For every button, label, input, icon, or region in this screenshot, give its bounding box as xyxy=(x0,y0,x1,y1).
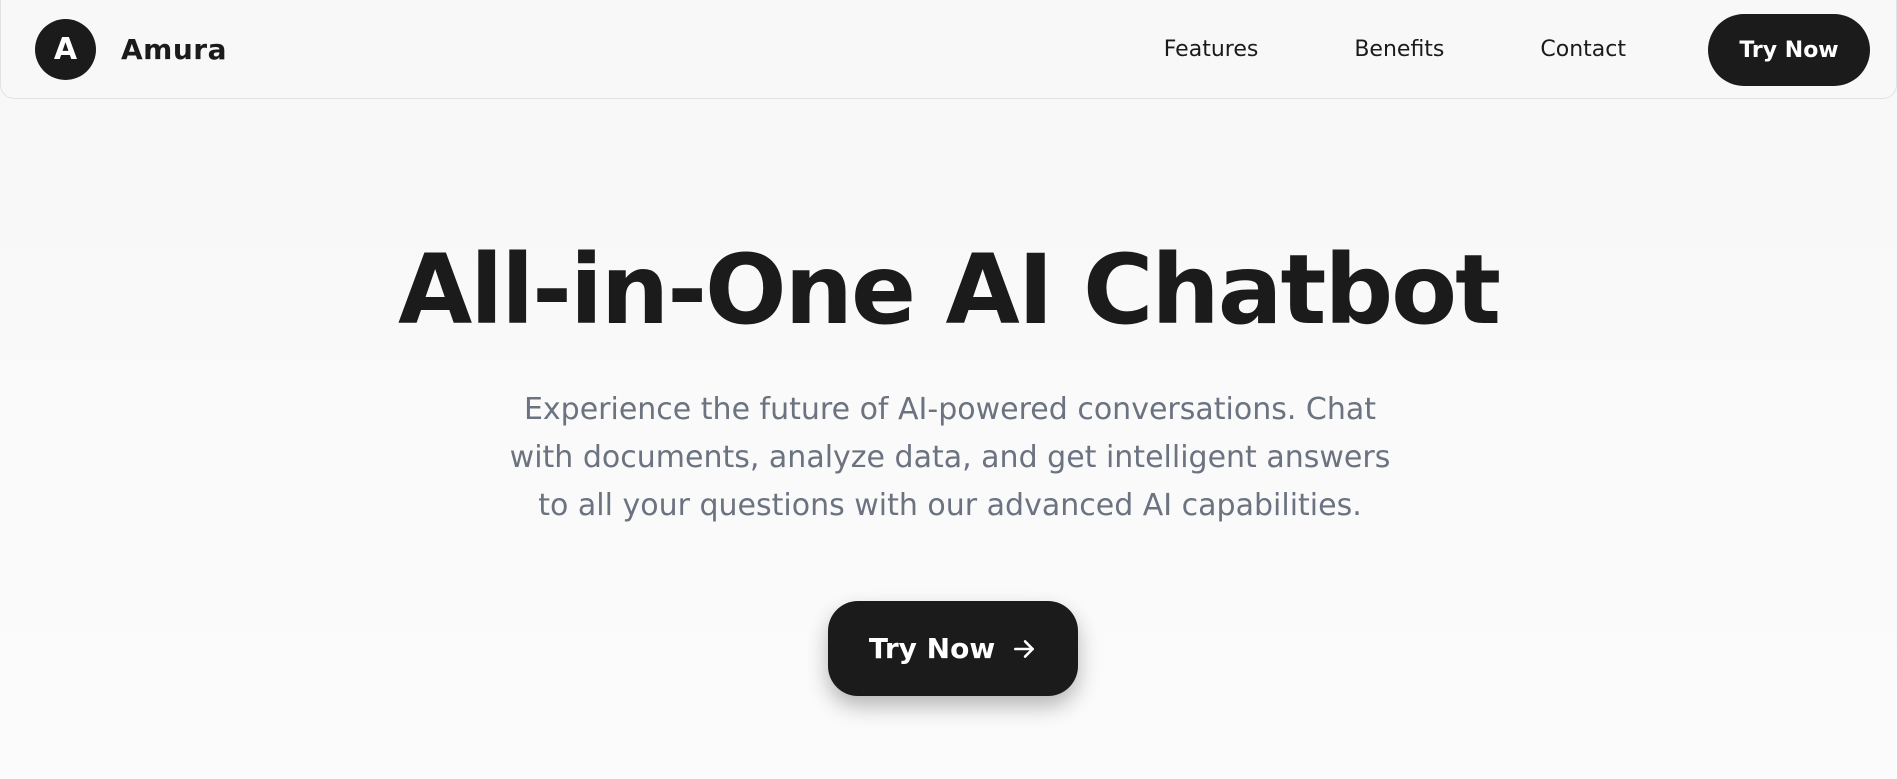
nav-link-features[interactable]: Features xyxy=(1164,37,1259,62)
arrow-right-icon xyxy=(1011,636,1037,662)
hero-try-now-button[interactable]: Try Now xyxy=(828,601,1078,696)
hero-cta-label: Try Now xyxy=(868,632,996,665)
hero-subtitle: Experience the future of AI-powered conv… xyxy=(509,392,1391,523)
brand-name: Amura xyxy=(121,33,227,66)
nav-link-contact[interactable]: Contact xyxy=(1540,37,1626,62)
landing-page: A Amura Features Benefits Contact Try No… xyxy=(0,0,1897,779)
nav-link-benefits[interactable]: Benefits xyxy=(1354,37,1444,62)
nav-try-now-button[interactable]: Try Now xyxy=(1708,14,1870,86)
hero-title: All-in-One AI Chatbot xyxy=(398,234,1501,346)
brand-logo: A xyxy=(35,19,96,80)
nav-links: Features Benefits Contact xyxy=(1068,0,1626,99)
brand-link[interactable]: A Amura xyxy=(35,19,227,80)
navbar: A Amura Features Benefits Contact Try No… xyxy=(0,0,1897,99)
